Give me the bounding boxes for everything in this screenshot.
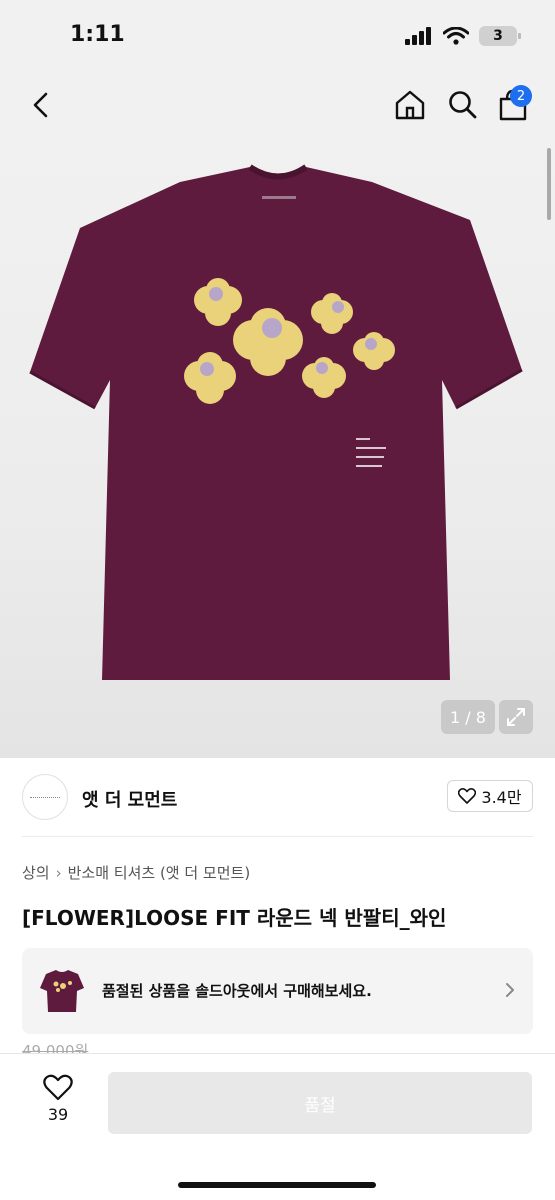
bottom-action-bar: 39 품절 [0, 1053, 555, 1200]
chevron-right-icon: › [55, 863, 62, 882]
search-icon[interactable] [446, 88, 478, 122]
home-indicator [178, 1182, 376, 1188]
soldout-button[interactable]: 품절 [108, 1072, 532, 1134]
home-icon[interactable] [393, 88, 427, 122]
nav-bar: 2 [0, 70, 555, 140]
brand-like-count: 3.4만 [481, 788, 522, 807]
wishlist-button[interactable]: 39 [30, 1074, 86, 1134]
banner-text: 품절된 상품을 솔드아웃에서 구매해보세요. [102, 982, 372, 1000]
wishlist-count: 39 [47, 1105, 69, 1124]
chevron-right-icon [506, 983, 514, 997]
seller-name[interactable]: 앳 더 모먼트 [82, 786, 177, 812]
soldout-banner[interactable]: 품절된 상품을 솔드아웃에서 구매해보세요. [22, 948, 533, 1034]
expand-icon [507, 708, 525, 726]
seller-row: 앳 더 모먼트 3.4만 [22, 770, 533, 824]
breadcrumb-category[interactable]: 상의 [22, 862, 50, 883]
product-image-gallery[interactable]: 1 / 8 [0, 140, 555, 758]
signal-icon [405, 27, 431, 45]
battery-indicator: 3 [479, 26, 521, 46]
seller-logo[interactable] [22, 774, 68, 820]
wifi-icon [443, 27, 469, 45]
heart-icon [458, 788, 477, 804]
scrollbar[interactable] [547, 148, 551, 220]
breadcrumb: 상의 › 반소매 티셔츠 (앳 더 모먼트) [22, 862, 250, 883]
status-time: 1:11 [70, 22, 125, 47]
status-icons: 3 [405, 26, 521, 46]
expand-button[interactable] [499, 700, 533, 734]
brand-like-button[interactable]: 3.4만 [447, 780, 533, 812]
product-title: [FLOWER]LOOSE FIT 라운드 넥 반팔티_와인 [22, 906, 447, 930]
tshirt-image [29, 164, 523, 680]
product-thumbnail [40, 970, 84, 1012]
image-counter: 1 / 8 [441, 700, 495, 734]
back-icon[interactable] [26, 88, 58, 122]
divider [22, 836, 533, 837]
status-bar: 1:11 3 [0, 0, 555, 70]
cart-count-badge: 2 [510, 85, 532, 107]
breadcrumb-subcategory[interactable]: 반소매 티셔츠 (앳 더 모먼트) [68, 862, 251, 883]
heart-icon [43, 1074, 73, 1101]
